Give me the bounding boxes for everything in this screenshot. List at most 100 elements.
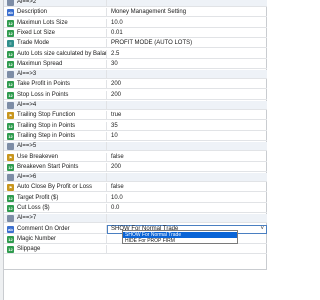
param-row[interactable]: ⚑ Use Breakeven false: [4, 152, 267, 162]
number-icon: 12: [7, 60, 14, 68]
param-row[interactable]: 12 Auto Lots size calculated by Balance(%…: [4, 49, 267, 59]
param-value-cell[interactable]: 200: [107, 91, 267, 100]
param-value-cell[interactable]: false: [107, 153, 267, 162]
number-icon: 12: [7, 91, 14, 99]
param-name-cell: ≡ Trade Mode: [4, 39, 107, 49]
param-name: Stop Loss in Points: [17, 91, 69, 98]
number-icon-glyph: 12: [8, 247, 13, 253]
param-row[interactable]: ⚑ Auto Close By Profit or Loss false: [4, 183, 267, 193]
param-name-cell: 12 Fixed Lot Size: [4, 28, 107, 38]
param-value-cell[interactable]: 200: [107, 163, 267, 172]
param-value: 200: [111, 81, 122, 88]
param-name-cell: ⚑ Trailing Stop Function: [4, 111, 107, 121]
param-row[interactable]: ⚑ Trailing Stop Function true: [4, 111, 267, 121]
param-name: Breakeven Start Points: [17, 163, 79, 170]
ab-icon: ab: [7, 9, 14, 17]
flag-icon: ⚑: [7, 153, 14, 161]
ab-icon-glyph: ab: [8, 10, 13, 16]
number-icon-glyph: 12: [8, 30, 13, 36]
param-value-cell[interactable]: 10.0: [107, 19, 267, 28]
param-row[interactable]: 12 Trailing Step in Points 10: [4, 131, 267, 141]
param-row[interactable]: 12 Target Profit ($) 10.0: [4, 193, 267, 203]
param-value-cell[interactable]: true: [107, 111, 267, 120]
param-value: true: [111, 112, 122, 119]
param-row[interactable]: 12 Take Profit in Points 200: [4, 80, 267, 90]
param-name: Al==>7: [17, 215, 37, 222]
group-icon: [7, 174, 14, 182]
flag-icon-glyph: ⚑: [8, 185, 13, 191]
param-row[interactable]: ≡ Trade Mode PROFIT MODE (AUTO LOTS): [4, 39, 267, 49]
param-name: Cut Loss ($): [17, 205, 50, 211]
dropdown-option[interactable]: HIDE For PROP FIRM: [123, 238, 237, 244]
param-value: 30: [111, 60, 118, 67]
param-name: Al==>5: [17, 143, 37, 150]
param-row[interactable]: 12 Fixed Lot Size 0.01: [4, 28, 267, 38]
param-name: Description: [17, 9, 48, 16]
param-value-cell[interactable]: 10: [107, 132, 267, 141]
param-value: 10.0: [111, 19, 123, 26]
param-name-cell: Al==>2: [4, 0, 107, 7]
param-value-cell[interactable]: 0.01: [107, 29, 267, 38]
param-name: Trailing Stop in Points: [17, 122, 76, 129]
number-icon-glyph: 12: [8, 236, 13, 242]
group-row: Al==>6: [4, 173, 267, 183]
param-name: Maximun Lots Size: [17, 19, 68, 26]
param-value-cell[interactable]: false: [107, 183, 267, 192]
param-name-cell: ab Description: [4, 8, 107, 18]
group-icon: [7, 71, 14, 79]
param-value: PROFIT MODE (AUTO LOTS): [111, 40, 193, 47]
param-name-cell: 12 Maximun Spread: [4, 59, 107, 69]
param-name: Auto Close By Profit or Loss: [17, 184, 93, 191]
param-name-cell: 12 Trailing Stop in Points: [4, 121, 107, 131]
comment-dropdown-list[interactable]: SHOW For Normal Trade HIDE For PROP FIRM: [122, 230, 238, 244]
number-icon: 12: [7, 194, 14, 202]
param-name-cell: 12 Trailing Step in Points: [4, 131, 107, 141]
param-name-cell: 12 Stop Loss in Points: [4, 90, 107, 100]
number-icon: 12: [7, 132, 14, 140]
param-value-cell: [107, 101, 267, 110]
param-value-cell[interactable]: Money Management Setting: [107, 8, 267, 17]
param-row[interactable]: ab Description Money Management Setting: [4, 8, 267, 18]
param-name-cell: ⚑ Use Breakeven: [4, 152, 107, 162]
param-name-cell: 12 Breakeven Start Points: [4, 162, 107, 172]
param-value-cell[interactable]: PROFIT MODE (AUTO LOTS): [107, 39, 267, 48]
param-name-cell: 12 Maximun Lots Size: [4, 18, 107, 28]
param-name-cell: 12 Auto Lots size calculated by Balance(%…: [4, 49, 107, 59]
param-name-cell: Al==>5: [4, 142, 107, 152]
param-row[interactable]: 12 Stop Loss in Points 200: [4, 90, 267, 100]
param-value: 200: [111, 163, 122, 170]
param-value-cell[interactable]: 0.0: [107, 204, 267, 213]
param-name-cell: 12 Magic Number: [4, 234, 107, 244]
param-row[interactable]: 12 Maximun Spread 30: [4, 59, 267, 69]
param-row[interactable]: 12 Cut Loss ($) 0.0: [4, 204, 267, 213]
param-name-cell: ⚑ Auto Close By Profit or Loss: [4, 183, 107, 193]
param-row[interactable]: 12 Slippage: [4, 245, 267, 255]
param-row[interactable]: 12 Trailing Stop in Points 35: [4, 121, 267, 131]
param-name: Trailing Step in Points: [17, 132, 76, 139]
group-row: Al==>4: [4, 101, 267, 110]
number-icon: 12: [7, 50, 14, 58]
param-value-cell: [107, 70, 267, 79]
number-icon-glyph: 12: [8, 20, 13, 26]
enum-icon-glyph: ≡: [9, 41, 12, 47]
param-value-cell[interactable]: 2.5: [107, 50, 267, 59]
number-icon-glyph: 12: [8, 195, 13, 201]
param-value: Money Management Setting: [111, 9, 187, 16]
param-value-cell[interactable]: 35: [107, 122, 267, 131]
chevron-down-icon[interactable]: ˅: [260, 226, 264, 233]
param-row[interactable]: 12 Breakeven Start Points 200: [4, 162, 267, 172]
number-icon-glyph: 12: [8, 133, 13, 139]
param-value-cell[interactable]: 30: [107, 60, 267, 69]
param-value: false: [111, 153, 124, 160]
number-icon: 12: [7, 19, 14, 27]
param-value-cell[interactable]: 10.0: [107, 194, 267, 203]
param-row[interactable]: 12 Maximun Lots Size 10.0: [4, 18, 267, 28]
group-row: Al==>3: [4, 70, 267, 80]
param-value: 35: [111, 122, 118, 129]
param-name: Al==>6: [17, 174, 37, 181]
param-value-cell[interactable]: 200: [107, 80, 267, 89]
param-value-cell[interactable]: [107, 245, 267, 254]
group-icon: [7, 215, 14, 223]
flag-icon-glyph: ⚑: [8, 113, 13, 119]
ab-icon: ab: [7, 225, 14, 233]
